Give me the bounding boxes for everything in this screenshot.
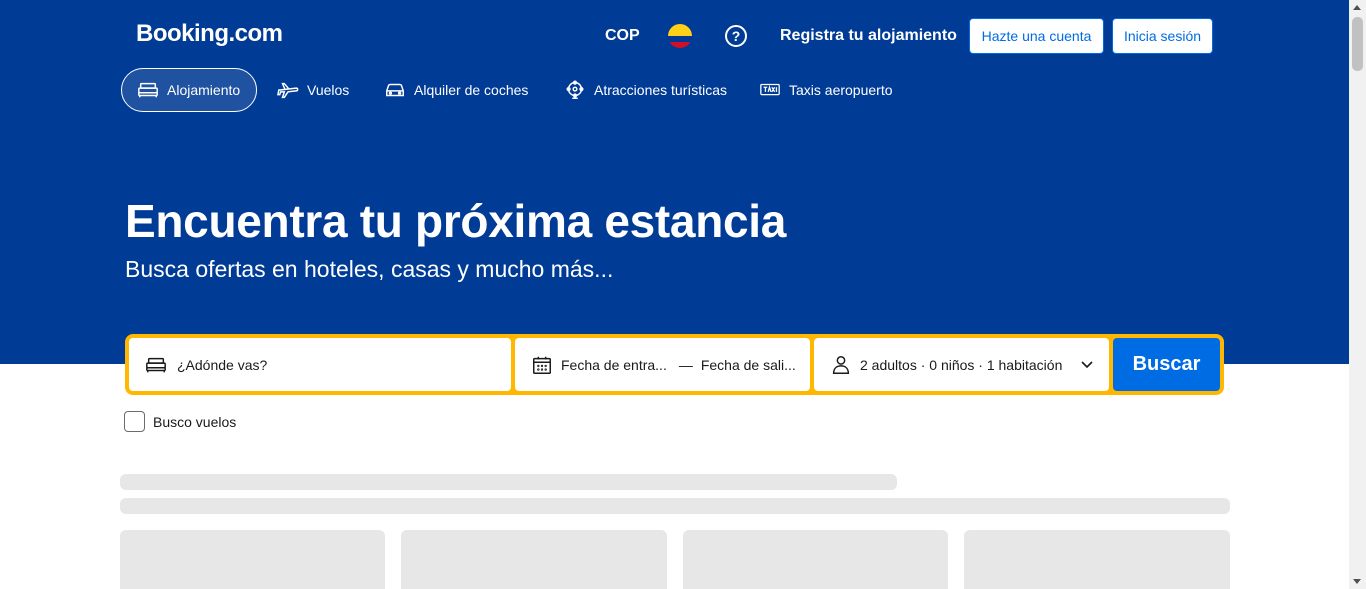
question-circle-icon[interactable]: ? [725, 25, 747, 47]
airplane-icon [277, 82, 299, 99]
guests-field[interactable]: 2 adultos · 0 niños · 1 habitación [814, 338, 1109, 391]
destination-field[interactable]: ¿Adónde vas? [129, 338, 511, 391]
attractions-icon [566, 80, 584, 99]
nav-item-flights[interactable]: Vuelos [277, 68, 349, 112]
checkin-placeholder[interactable]: Fecha de entra... [561, 357, 667, 373]
date-separator: — [678, 356, 693, 373]
nav-item-stays[interactable]: Alojamiento [121, 68, 257, 112]
nav-item-car-rental[interactable]: Alquiler de coches [384, 68, 528, 112]
booking-logo[interactable]: Booking.com [136, 20, 283, 48]
loading-placeholder-card [401, 530, 667, 589]
nav-item-label: Alojamiento [167, 82, 241, 98]
nav-item-label: Atracciones turísticas [594, 82, 728, 98]
search-bar: ¿Adónde vas? Fecha de entra... — Fecha d… [125, 334, 1224, 395]
nav-item-airport-taxis[interactable]: Taxis aeropuerto [759, 68, 893, 112]
chevron-down-icon [1081, 361, 1093, 369]
destination-placeholder: ¿Adónde vas? [177, 356, 268, 373]
guests-value: 2 adultos · 0 niños · 1 habitación [860, 356, 1063, 373]
loading-placeholder-card [964, 530, 1230, 589]
loading-placeholder-line [120, 498, 1230, 514]
loading-placeholder-line [120, 474, 897, 490]
flights-checkbox-label: Busco vuelos [153, 413, 237, 430]
scroll-up-arrow-icon[interactable] [1353, 5, 1361, 10]
hero-banner: Booking.com COP ? Registra tu alojamient… [0, 0, 1349, 364]
hero-subtitle: Busca ofertas en hoteles, casas y mucho … [125, 256, 614, 282]
bed-icon [138, 82, 158, 98]
calendar-icon [533, 356, 551, 374]
colombia-flag-icon[interactable] [668, 24, 692, 48]
list-property-link[interactable]: Registra tu alojamiento [780, 27, 957, 45]
loading-placeholder-card [120, 530, 385, 589]
nav-item-attractions[interactable]: Atracciones turísticas [564, 68, 727, 112]
help-glyph: ? [731, 28, 741, 44]
dates-field[interactable]: Fecha de entra... — Fecha de sali... [515, 338, 810, 391]
vertical-scrollbar[interactable] [1349, 0, 1366, 589]
bed-icon [146, 357, 166, 372]
register-button[interactable]: Hazte una cuenta [969, 18, 1104, 54]
flights-checkbox-row[interactable]: Busco vuelos [124, 411, 236, 432]
nav-item-label: Alquiler de coches [414, 82, 529, 98]
nav-item-label: Vuelos [307, 82, 350, 98]
checkout-placeholder[interactable]: Fecha de sali... [701, 357, 796, 373]
person-icon [832, 355, 850, 374]
search-button[interactable]: Buscar [1113, 338, 1220, 391]
hero-title: Encuentra tu próxima estancia [125, 195, 787, 247]
car-icon [386, 83, 404, 97]
flights-checkbox[interactable] [124, 411, 145, 432]
loading-placeholder-card [683, 530, 948, 589]
login-button[interactable]: Inicia sesión [1112, 18, 1213, 54]
scroll-down-arrow-icon[interactable] [1353, 579, 1361, 584]
nav-item-label: Taxis aeropuerto [789, 82, 893, 98]
taxi-icon [760, 83, 780, 96]
scrollbar-thumb[interactable] [1352, 17, 1363, 71]
currency-selector[interactable]: COP [605, 27, 640, 45]
